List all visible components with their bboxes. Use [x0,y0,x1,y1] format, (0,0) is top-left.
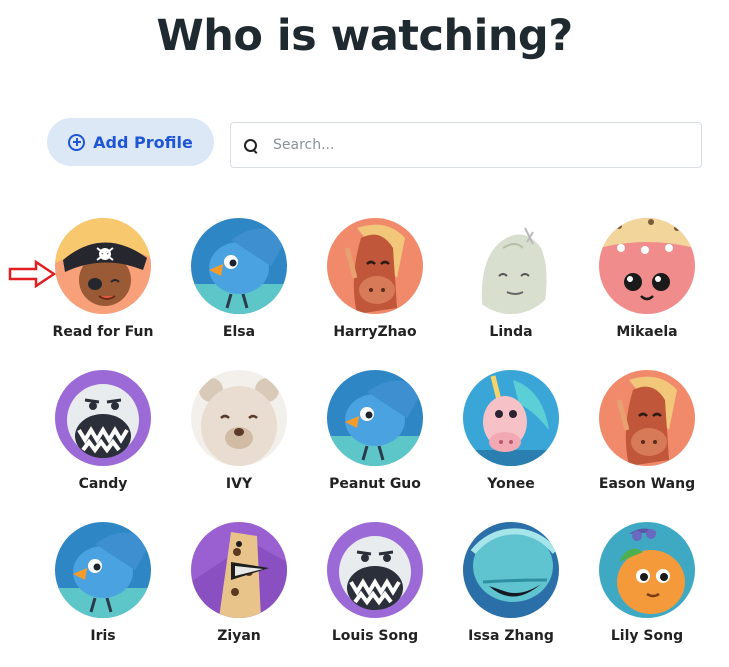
profile-card[interactable]: Linda [443,218,579,370]
page-title: Who is watching? [156,11,573,61]
profile-card[interactable]: Read for Fun [35,218,171,370]
orange-fruit-avatar-icon[interactable] [599,522,695,618]
polar-bear-avatar-icon[interactable] [191,370,287,466]
pirate-kid-avatar-icon[interactable] [55,218,151,314]
profile-name: Ziyan [217,628,261,644]
profile-name: Elsa [222,324,256,340]
profile-card[interactable]: Ziyan [171,522,307,667]
profile-name: Yonee [487,476,535,492]
profile-picker-page: Who is watching? Add Profile Read for Fu… [0,0,729,667]
yeti-avatar-icon[interactable] [327,522,423,618]
teal-fish-avatar-icon[interactable] [463,522,559,618]
profile-card[interactable]: Yonee [443,370,579,522]
profile-name: Iris [90,628,116,644]
horse-avatar-icon[interactable] [599,370,695,466]
profile-name: Louis Song [331,628,419,644]
profile-card[interactable]: Issa Zhang [443,522,579,667]
add-profile-label: Add Profile [93,132,193,152]
profile-name: Issa Zhang [468,628,554,644]
profile-card[interactable]: Louis Song [307,522,443,667]
profile-card[interactable]: Candy [35,370,171,522]
blue-bird-avatar-icon[interactable] [55,522,151,618]
add-profile-button[interactable]: Add Profile [47,118,214,166]
profile-name: Eason Wang [598,476,696,492]
profile-card[interactable]: HarryZhao [307,218,443,370]
profile-card[interactable]: IVY [171,370,307,522]
blue-bird-avatar-icon[interactable] [191,218,287,314]
profile-card[interactable]: Eason Wang [579,370,715,522]
profile-card[interactable]: Mikaela [579,218,715,370]
blue-bird-avatar-icon[interactable] [327,370,423,466]
profile-card[interactable]: Lily Song [579,522,715,667]
profile-card[interactable]: Peanut Guo [307,370,443,522]
profile-name: HarryZhao [333,324,417,340]
giraffe-avatar-icon[interactable] [191,522,287,618]
horse-avatar-icon[interactable] [327,218,423,314]
profile-name: Linda [489,324,533,340]
ghost-avatar-icon[interactable] [463,218,559,314]
yeti-avatar-icon[interactable] [55,370,151,466]
profile-card[interactable]: Elsa [171,218,307,370]
profile-name: Read for Fun [52,324,154,340]
profile-grid: Read for Fun Elsa HarryZhao Linda Mikael… [35,218,715,667]
search-input[interactable] [271,136,675,154]
profile-name: Candy [78,476,128,492]
search-icon [244,138,257,152]
profile-card[interactable]: Iris [35,522,171,667]
profile-name: Lily Song [610,628,684,644]
toolbar: Add Profile [47,118,704,170]
plus-circle-icon [68,133,86,151]
profile-name: Mikaela [616,324,678,340]
search-box [230,122,702,168]
unicorn-avatar-icon[interactable] [463,370,559,466]
pink-cookie-avatar-icon[interactable] [599,218,695,314]
profile-name: Peanut Guo [329,476,421,492]
profile-name: IVY [225,476,253,492]
